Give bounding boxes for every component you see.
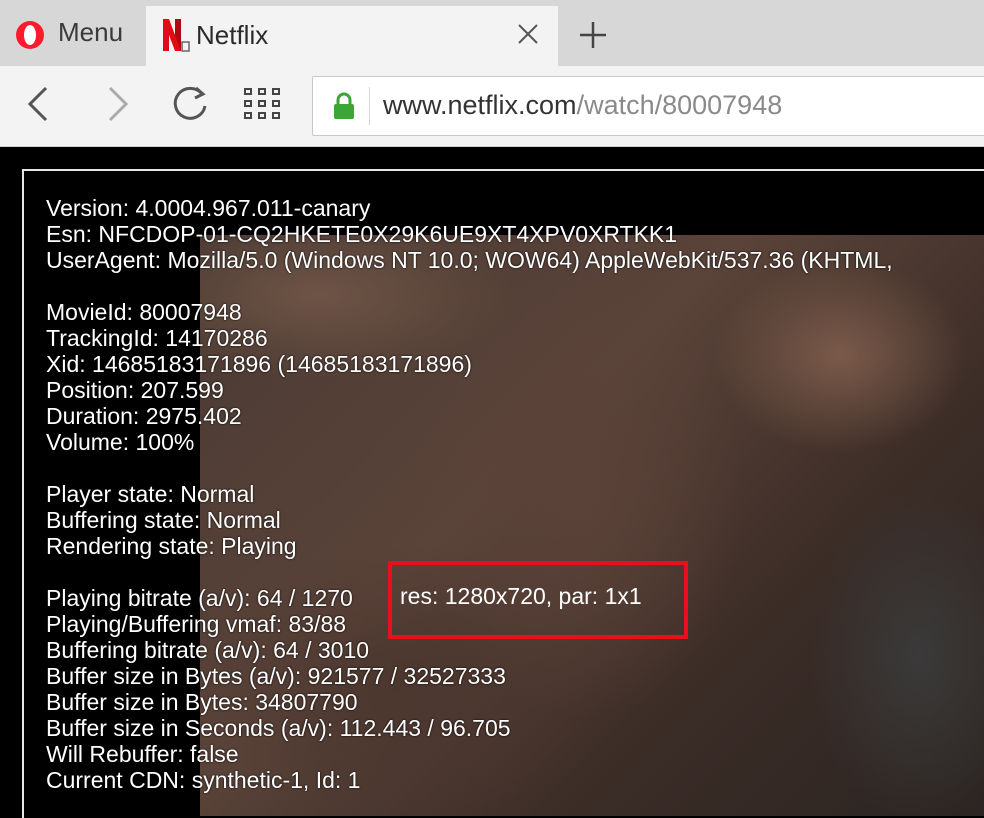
debug-user-agent: UserAgent: Mozilla/5.0 (Windows NT 10.0;… (46, 247, 893, 273)
plus-icon[interactable] (578, 20, 608, 50)
tab-netflix[interactable]: Netflix (146, 6, 558, 66)
debug-movie-id: MovieId: 80007948 (46, 299, 242, 325)
debug-resolution: res: 1280x720, par: 1x1 (400, 583, 642, 609)
url-host: www.netflix.com (383, 90, 577, 120)
debug-rendering-state: Rendering state: Playing (46, 533, 297, 559)
netflix-logo-icon (163, 19, 190, 52)
address-bar[interactable]: www.netflix.com/watch/80007948 (312, 76, 984, 136)
debug-buffer-seconds: Buffer size in Seconds (a/v): 112.443 / … (46, 715, 511, 741)
speed-dial-grid-icon[interactable] (240, 84, 288, 124)
debug-position: Position: 207.599 (46, 377, 224, 403)
debug-buffering-bitrate: Buffering bitrate (a/v): 64 / 3010 (46, 637, 370, 663)
debug-text-block: Version: 4.0004.967.011-canary Esn: NFCD… (46, 195, 893, 793)
debug-xid: Xid: 14685183171896 (14685183171896) (46, 351, 472, 377)
url-path: /watch/80007948 (576, 90, 783, 120)
menu-label: Menu (58, 17, 124, 47)
debug-version: Version: 4.0004.967.011-canary (46, 195, 371, 221)
debug-volume: Volume: 100% (46, 429, 195, 455)
url-text[interactable]: www.netflix.com/watch/80007948 (383, 90, 782, 121)
opera-logo-icon (16, 21, 44, 49)
debug-duration: Duration: 2975.402 (46, 403, 242, 429)
video-player[interactable]: Version: 4.0004.967.011-canary Esn: NFCD… (0, 147, 984, 818)
back-arrow-icon[interactable] (22, 84, 52, 124)
debug-will-rebuffer: Will Rebuffer: false (46, 741, 239, 767)
debug-player-state: Player state: Normal (46, 481, 255, 507)
opera-menu-button[interactable]: Menu (0, 0, 144, 66)
tab-strip: Menu Netflix (0, 0, 984, 66)
debug-buffering-state: Buffering state: Normal (46, 507, 281, 533)
forward-arrow-icon[interactable] (104, 84, 134, 124)
debug-current-cdn: Current CDN: synthetic-1, Id: 1 (46, 767, 361, 793)
navigation-toolbar: www.netflix.com/watch/80007948 (0, 66, 984, 147)
debug-info-panel: Version: 4.0004.967.011-canary Esn: NFCD… (22, 169, 984, 818)
reload-icon[interactable] (168, 82, 212, 126)
lock-icon[interactable] (331, 91, 357, 121)
tab-title: Netflix (196, 20, 269, 50)
debug-buffer-bytes-av: Buffer size in Bytes (a/v): 921577 / 325… (46, 663, 506, 689)
debug-buffer-bytes: Buffer size in Bytes: 34807790 (46, 689, 358, 715)
debug-tracking-id: TrackingId: 14170286 (46, 325, 268, 351)
close-icon[interactable] (516, 22, 540, 46)
address-separator (369, 87, 370, 125)
debug-esn: Esn: NFCDOP-01-CQ2HKETE0X29K6UE9XT4XPV0X… (46, 221, 678, 247)
